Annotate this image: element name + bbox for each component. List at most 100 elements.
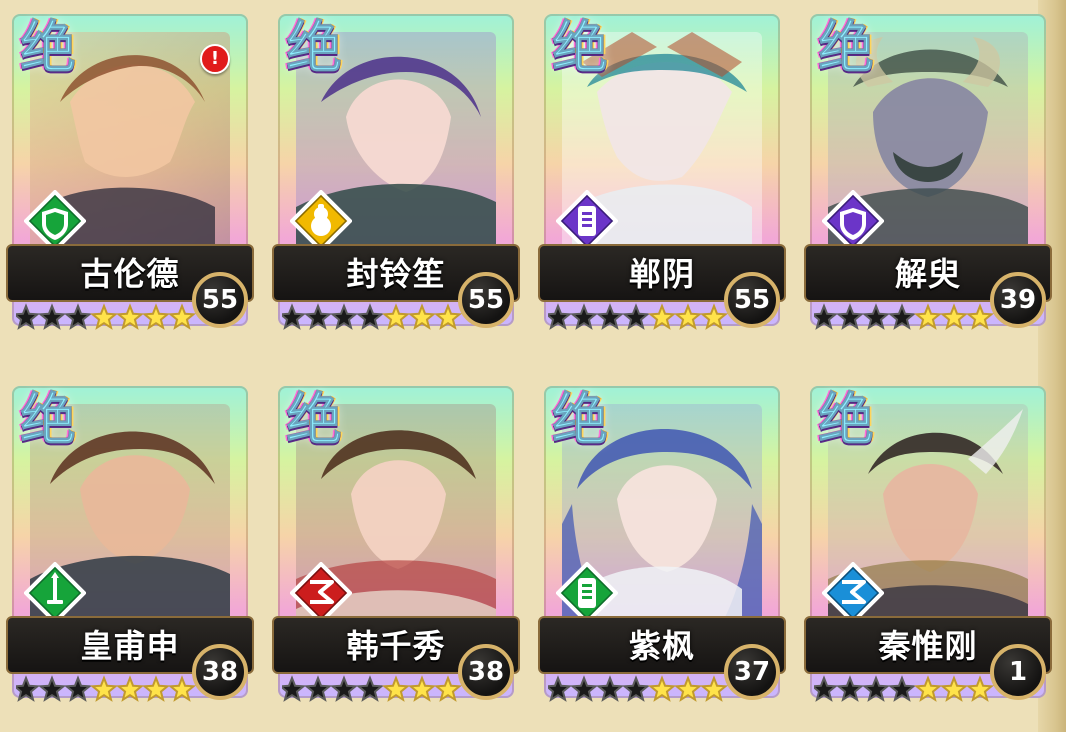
star-empty-icon <box>282 303 307 330</box>
star-filled-icon <box>939 303 969 330</box>
star-empty-icon <box>16 303 41 330</box>
star-filled-icon <box>141 303 171 330</box>
rarity-glyph: 绝 <box>20 387 77 453</box>
star-rating <box>548 670 738 708</box>
star-filled-icon <box>89 675 119 702</box>
star-filled-icon <box>673 303 703 330</box>
hero-card[interactable]: 绝 紫枫 37 <box>538 378 786 713</box>
star-rating <box>814 670 1004 708</box>
stars-svg <box>16 303 197 330</box>
star-empty-icon <box>887 675 917 702</box>
star-empty-icon <box>355 303 385 330</box>
star-rating <box>282 670 472 708</box>
star-empty-icon <box>37 303 67 330</box>
star-empty-icon <box>861 675 891 702</box>
hero-card[interactable]: 绝 秦惟刚 1 <box>804 378 1052 713</box>
star-empty-icon <box>569 303 599 330</box>
star-empty-icon <box>63 303 93 330</box>
rarity-glyph: 绝 <box>552 387 609 453</box>
rarity-glyph: 绝 <box>20 15 77 81</box>
star-rating <box>814 298 1004 336</box>
star-empty-icon <box>621 303 651 330</box>
stars-svg <box>282 675 463 702</box>
star-empty-icon <box>548 303 573 330</box>
hero-card[interactable]: 绝 韩千秀 38 <box>272 378 520 713</box>
star-empty-icon <box>548 675 573 702</box>
star-filled-icon <box>647 303 677 330</box>
hero-card[interactable]: 绝 封铃笙 55 <box>272 6 520 341</box>
star-filled-icon <box>167 675 197 702</box>
hero-card[interactable]: 绝 ! 古伦德 55 <box>6 6 254 341</box>
star-empty-icon <box>621 675 651 702</box>
star-empty-icon <box>355 675 385 702</box>
rarity-glyph: 绝 <box>818 15 875 81</box>
hero-card[interactable]: 绝 郸阴 55 <box>538 6 786 341</box>
star-filled-icon <box>939 675 969 702</box>
star-empty-icon <box>814 303 839 330</box>
talisman-icon <box>578 578 596 608</box>
hero-card[interactable]: 绝 皇甫申 38 <box>6 378 254 713</box>
star-filled-icon <box>965 303 995 330</box>
rarity-glyph: 绝 <box>818 387 875 453</box>
class-badge <box>290 190 352 252</box>
class-badge <box>290 562 352 624</box>
rarity-glyph: 绝 <box>286 387 343 453</box>
star-filled-icon <box>699 303 729 330</box>
star-filled-icon <box>115 675 145 702</box>
stars-svg <box>16 675 197 702</box>
stars-svg <box>548 675 729 702</box>
hero-card[interactable]: 绝 解臾 39 <box>804 6 1052 341</box>
star-rating <box>16 298 206 336</box>
star-rating <box>548 298 738 336</box>
stars-svg <box>814 675 995 702</box>
hero-card-grid: 绝 ! 古伦德 55 绝 封铃笙 55 绝 郸阴 55 绝 解臾 39 绝 皇甫… <box>0 0 1066 732</box>
stars-svg <box>548 303 729 330</box>
star-empty-icon <box>814 675 839 702</box>
class-badge <box>556 562 618 624</box>
star-filled-icon <box>913 675 943 702</box>
star-filled-icon <box>115 303 145 330</box>
rarity-glyph: 绝 <box>286 15 343 81</box>
star-filled-icon <box>433 303 463 330</box>
star-empty-icon <box>303 675 333 702</box>
star-filled-icon <box>407 675 437 702</box>
star-empty-icon <box>835 675 865 702</box>
star-empty-icon <box>63 675 93 702</box>
star-empty-icon <box>595 303 625 330</box>
star-filled-icon <box>647 675 677 702</box>
class-badge <box>556 190 618 252</box>
star-filled-icon <box>699 675 729 702</box>
star-empty-icon <box>16 675 41 702</box>
class-badge <box>822 190 884 252</box>
rarity-glyph: 绝 <box>552 15 609 81</box>
star-empty-icon <box>835 303 865 330</box>
star-empty-icon <box>595 675 625 702</box>
star-filled-icon <box>167 303 197 330</box>
class-badge <box>24 562 86 624</box>
alert-badge: ! <box>200 44 230 74</box>
star-filled-icon <box>965 675 995 702</box>
star-filled-icon <box>433 675 463 702</box>
class-badge <box>822 562 884 624</box>
star-filled-icon <box>913 303 943 330</box>
star-empty-icon <box>569 675 599 702</box>
star-empty-icon <box>329 303 359 330</box>
star-filled-icon <box>673 675 703 702</box>
star-empty-icon <box>887 303 917 330</box>
star-empty-icon <box>303 303 333 330</box>
star-rating <box>16 670 206 708</box>
star-rating <box>282 298 472 336</box>
star-empty-icon <box>329 675 359 702</box>
star-empty-icon <box>37 675 67 702</box>
stars-svg <box>814 303 995 330</box>
star-empty-icon <box>861 303 891 330</box>
star-filled-icon <box>381 675 411 702</box>
star-filled-icon <box>89 303 119 330</box>
stars-svg <box>282 303 463 330</box>
class-badge <box>24 190 86 252</box>
talisman-icon <box>578 206 596 236</box>
star-empty-icon <box>282 675 307 702</box>
star-filled-icon <box>381 303 411 330</box>
star-filled-icon <box>407 303 437 330</box>
star-filled-icon <box>141 675 171 702</box>
